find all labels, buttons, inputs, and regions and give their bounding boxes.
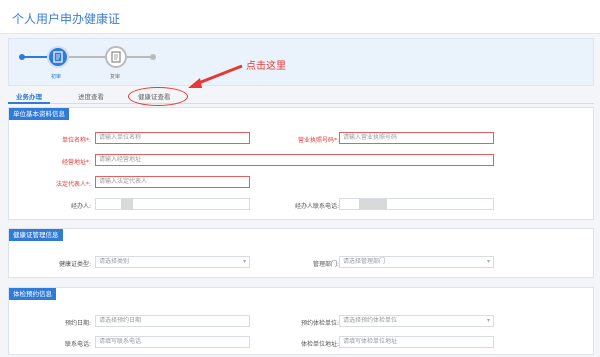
appt-date-label: 预约日期: — [64, 320, 91, 327]
section-health-cert: 健康证管理信息 健康证类型: 请选择类别 管理部门: 请选择管理部门 — [8, 228, 594, 278]
address-label: 经营地址*: — [61, 159, 91, 166]
step-connector — [69, 56, 105, 58]
progress-steps: 初审 复审 — [8, 38, 594, 86]
step-label-second-review: 复审 — [110, 74, 121, 80]
address-input[interactable]: 请输入经营地址 — [95, 154, 494, 166]
appt-date-input[interactable]: 请选择预约日期 — [95, 315, 250, 327]
page-title: 个人用户申办健康证 — [12, 12, 121, 26]
handler-input[interactable] — [95, 198, 250, 210]
unit-name-label: 单位名称*: — [61, 137, 91, 144]
phone-input[interactable]: 请填写联系电话 — [95, 336, 250, 348]
redacted-value — [359, 199, 387, 209]
exam-unit-select[interactable]: 请选择预约体检单位 — [339, 315, 494, 327]
legal-rep-input[interactable]: 请输入法定代表人 — [95, 176, 250, 188]
annotation-text: 点击这里 — [246, 61, 286, 72]
cert-type-select[interactable]: 请选择类别 — [95, 256, 250, 268]
step-connector — [127, 56, 151, 58]
cert-type-label: 健康证类型: — [58, 261, 91, 268]
business-license-input[interactable]: 请输入营业执照号码 — [339, 132, 494, 144]
annotation-arrow-icon — [188, 64, 243, 88]
phone-label: 联系电话: — [64, 341, 91, 348]
dept-select[interactable]: 请选择管理部门 — [339, 256, 494, 268]
exam-address-label: 体检单位地址: — [300, 341, 339, 348]
step-connector — [23, 56, 47, 58]
step-label-first-review: 初审 — [51, 74, 62, 80]
exam-address-input[interactable]: 请填写体检单位地址 — [339, 336, 494, 348]
tab-bar: 业务办理 进度查看 健康证查看 — [8, 90, 594, 104]
title-bar: 个人用户申办健康证 — [0, 0, 600, 34]
exam-unit-label: 预约体检单位: — [300, 320, 339, 327]
unit-name-input[interactable]: 请输入单位名称 — [95, 132, 250, 144]
handler-phone-label: 经办人联系电话: — [294, 203, 339, 210]
section-title: 健康证管理信息 — [9, 229, 63, 241]
dept-label: 管理部门: — [312, 261, 339, 268]
section-exam-appointment: 体检预约信息 预约日期: 请选择预约日期 预约体检单位: 请选择预约体检单位 联… — [8, 287, 594, 355]
annotation-ellipse — [128, 87, 188, 106]
redacted-value — [121, 199, 133, 209]
section-basic-info: 单位基本资料信息 单位名称*: 请输入单位名称 营业执照号码*: 请输入营业执照… — [8, 107, 594, 220]
section-title: 单位基本资料信息 — [9, 108, 69, 120]
business-license-label: 营业执照号码*: — [297, 137, 339, 144]
section-title: 体检预约信息 — [9, 288, 56, 300]
tab-progress[interactable]: 进度查看 — [70, 90, 112, 104]
tab-business[interactable]: 业务办理 — [8, 90, 50, 104]
legal-rep-label: 法定代表人*: — [55, 181, 91, 188]
step-second-review-icon — [105, 46, 127, 68]
handler-label: 经办人: — [70, 203, 91, 210]
step-end-dot — [150, 54, 156, 60]
step-first-review-icon — [47, 46, 69, 68]
